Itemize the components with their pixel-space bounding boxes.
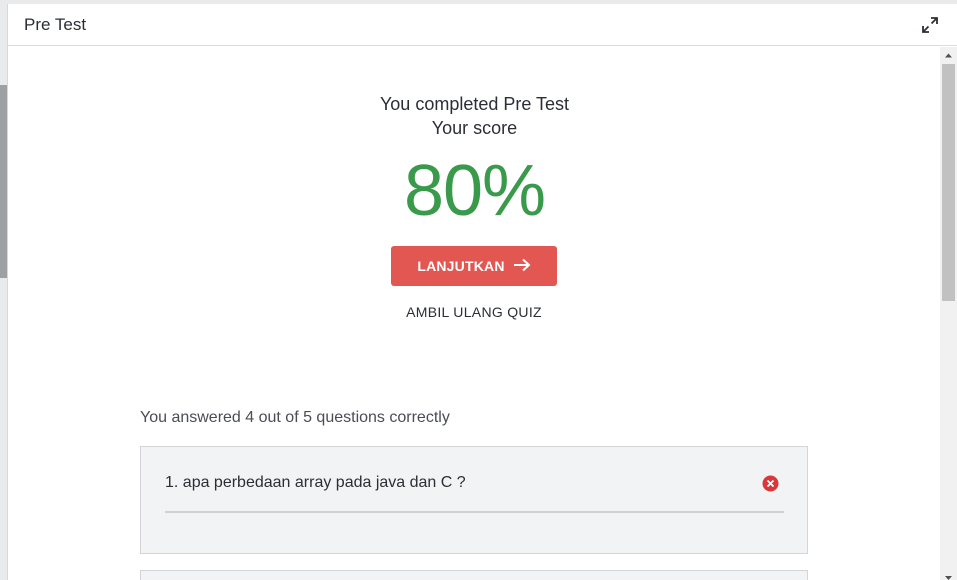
question-card[interactable]: 1. apa perbedaan array pada java dan C ? — [140, 446, 808, 554]
quiz-result-modal: Pre Test You completed Pre Test Your sco… — [7, 4, 957, 580]
continue-button[interactable]: LANJUTKAN — [391, 246, 557, 286]
background-sidebar-edge — [0, 85, 7, 278]
score-label: Your score — [431, 118, 518, 138]
modal-header: Pre Test — [8, 4, 957, 46]
continue-button-label: LANJUTKAN — [417, 258, 505, 274]
modal-title: Pre Test — [24, 15, 87, 34]
answered-summary: You answered 4 out of 5 questions correc… — [140, 409, 450, 426]
scrollbar-thumb[interactable] — [942, 64, 955, 301]
question-card[interactable] — [140, 570, 808, 580]
expand-arrows-icon[interactable] — [920, 15, 940, 35]
modal-content: You completed Pre Test Your score 80% LA… — [8, 47, 941, 580]
scroll-down-arrow-icon[interactable] — [940, 570, 957, 580]
incorrect-x-icon — [762, 475, 779, 492]
vertical-scrollbar[interactable] — [940, 47, 957, 580]
arrow-right-icon — [513, 258, 531, 275]
question-text: 1. apa perbedaan array pada java dan C ? — [165, 474, 466, 491]
retake-quiz-button[interactable]: AMBIL ULANG QUIZ — [391, 304, 557, 324]
score-value: 80% — [403, 151, 546, 231]
question-divider — [165, 511, 784, 513]
completed-message: You completed Pre Test — [379, 94, 570, 114]
scroll-up-arrow-icon[interactable] — [940, 47, 957, 64]
